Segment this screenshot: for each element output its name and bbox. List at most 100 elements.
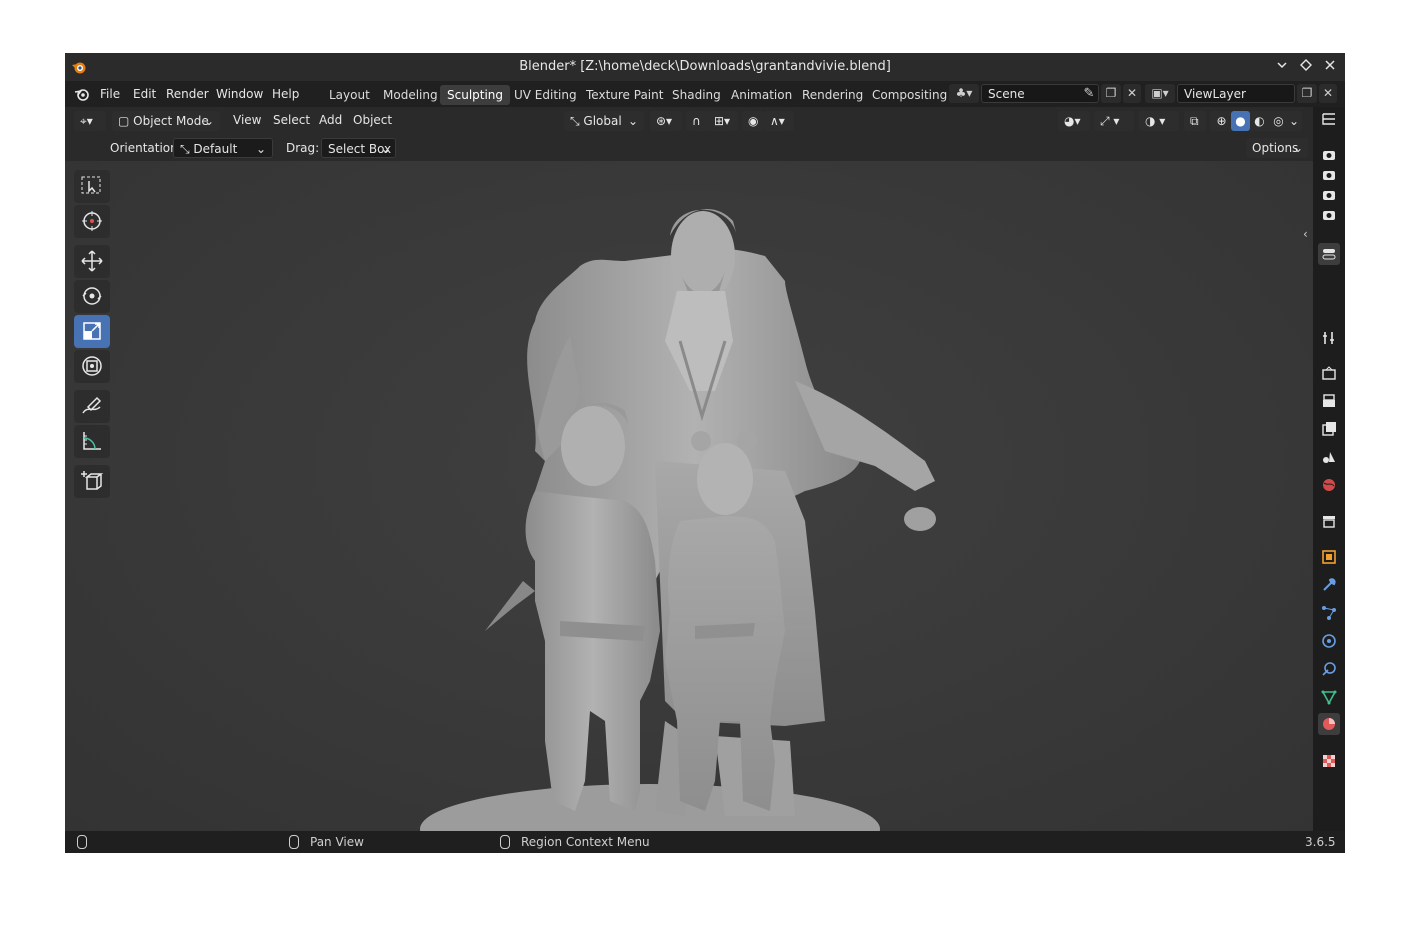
falloff-dropdown[interactable]: ∧▾ — [764, 111, 794, 131]
tool-tab-icon[interactable] — [1321, 330, 1337, 346]
collection-tab-icon[interactable] — [1321, 513, 1337, 529]
delete-view-layer-button[interactable]: ✕ — [1319, 84, 1337, 103]
status-pan-view: Pan View — [310, 835, 364, 849]
camera-visibility-icon[interactable] — [1321, 207, 1337, 223]
tool-transform[interactable] — [74, 350, 110, 383]
gizmo-dropdown[interactable]: ⤢ ▾ — [1094, 111, 1134, 131]
close-icon: ✕ — [1322, 86, 1334, 100]
menu-render[interactable]: Render — [166, 87, 209, 101]
snap-target-dropdown[interactable]: ⊞▾ — [708, 111, 738, 131]
mouse-right-icon — [500, 835, 510, 849]
menu-select[interactable]: Select — [273, 113, 310, 127]
menu-object[interactable]: Object — [353, 113, 392, 127]
new-scene-button[interactable]: ❐ — [1101, 84, 1121, 103]
blender-menu-icon[interactable] — [74, 86, 90, 102]
cursor-icon — [82, 211, 102, 231]
pin-icon[interactable]: ✎ — [1079, 84, 1099, 104]
tab-sculpting[interactable]: Sculpting — [440, 85, 511, 105]
camera-visibility-icon[interactable] — [1321, 187, 1337, 203]
eye-icon: ◕▾ — [1064, 114, 1081, 128]
wireframe-shading-icon[interactable]: ⊕ — [1212, 111, 1231, 131]
window-title: Blender* [Z:\home\deck\Downloads\grantan… — [519, 59, 891, 74]
particles-tab-icon[interactable] — [1321, 605, 1337, 621]
move-icon — [81, 250, 103, 272]
tool-move[interactable] — [74, 245, 110, 278]
overlays-dropdown[interactable]: ◑ ▾ — [1139, 111, 1179, 131]
close-button[interactable] — [1321, 58, 1339, 76]
menu-edit[interactable]: Edit — [133, 87, 156, 101]
options-dropdown[interactable]: Options ⌄ — [1246, 138, 1308, 158]
tab-rendering[interactable]: Rendering — [795, 85, 870, 105]
editor-type-dropdown[interactable]: ⌖▾ — [74, 111, 106, 131]
view-layer-tab-icon[interactable] — [1321, 421, 1337, 437]
tab-texture-paint[interactable]: Texture Paint — [579, 85, 670, 105]
modifiers-tab-icon[interactable] — [1321, 577, 1337, 593]
physics-tab-icon[interactable] — [1321, 633, 1337, 649]
view-layer-name-field[interactable]: ViewLayer — [1177, 84, 1295, 103]
drag-dropdown[interactable]: Select Box ⌄ — [321, 138, 396, 158]
tool-annotate[interactable] — [74, 390, 110, 423]
outliner-icon[interactable] — [1321, 111, 1337, 127]
tool-rotate[interactable] — [74, 280, 110, 313]
solid-shading-icon[interactable]: ● — [1231, 111, 1250, 131]
output-tab-icon[interactable] — [1321, 393, 1337, 409]
properties-strip — [1313, 107, 1345, 831]
object-tab-icon[interactable] — [1321, 549, 1337, 565]
select-box-icon — [81, 176, 101, 194]
camera-visibility-icon[interactable] — [1321, 167, 1337, 183]
sidebar-toggle-icon[interactable]: ‹ — [1303, 227, 1308, 241]
tab-uv-editing[interactable]: UV Editing — [507, 85, 584, 105]
tab-layout[interactable]: Layout — [322, 85, 377, 105]
snap-increment-icon: ⊞▾ — [714, 114, 731, 128]
render-tab-icon[interactable] — [1321, 365, 1337, 381]
constraints-tab-icon[interactable] — [1321, 661, 1337, 677]
tab-compositing[interactable]: Compositing — [865, 85, 954, 105]
visibility-dropdown[interactable]: ◕▾ — [1058, 111, 1090, 131]
delete-scene-button[interactable]: ✕ — [1123, 84, 1141, 103]
3d-viewport[interactable]: ‹ — [65, 161, 1313, 831]
minimize-button[interactable] — [1273, 58, 1291, 76]
gizmo-icon: ⤢ ▾ — [1100, 114, 1120, 128]
material-tab-icon[interactable] — [1318, 713, 1340, 735]
xray-icon: ⧉ — [1190, 114, 1199, 128]
view-layer-selector[interactable]: ▣▾ — [1145, 84, 1175, 103]
material-shading-icon[interactable]: ◐ — [1250, 111, 1269, 131]
tool-add-cube[interactable] — [74, 465, 110, 498]
tool-select-box[interactable] — [74, 170, 110, 203]
menu-help[interactable]: Help — [272, 87, 299, 101]
scene-selector[interactable]: ♣▾ — [949, 84, 979, 103]
tool-scale[interactable] — [74, 315, 110, 348]
editor-type-icon: ⌖▾ — [80, 114, 93, 128]
pivot-point-dropdown[interactable]: ⊛▾ — [650, 111, 682, 131]
mode-dropdown[interactable]: ▢ Object Mode ⌄ — [112, 111, 220, 131]
mouse-middle-icon — [289, 835, 299, 849]
menu-window[interactable]: Window — [216, 87, 263, 101]
tool-cursor[interactable] — [74, 205, 110, 238]
annotate-icon — [82, 396, 102, 414]
xray-toggle[interactable]: ⧉ — [1184, 111, 1206, 131]
shading-mode-group: ⊕ ● ◐ ◎ ⌄ — [1210, 111, 1302, 131]
menu-add[interactable]: Add — [319, 113, 342, 127]
menu-view[interactable]: View — [233, 113, 261, 127]
texture-tab-icon[interactable] — [1321, 753, 1337, 769]
tab-shading[interactable]: Shading — [665, 85, 728, 105]
scene-tab-icon[interactable] — [1321, 449, 1337, 465]
maximize-button[interactable] — [1297, 58, 1315, 76]
tool-measure[interactable] — [74, 425, 110, 458]
properties-editor-icon[interactable] — [1318, 243, 1340, 265]
chevron-down-icon: ⌄ — [627, 114, 638, 128]
world-tab-icon[interactable] — [1321, 477, 1337, 493]
orientation-axes-icon: ⤡ — [180, 142, 194, 156]
camera-visibility-icon[interactable] — [1321, 147, 1337, 163]
chevron-down-icon: ⌄ — [203, 114, 214, 128]
chevron-down-icon[interactable]: ⌄ — [1288, 111, 1300, 131]
menu-file[interactable]: File — [100, 87, 120, 101]
rendered-shading-icon[interactable]: ◎ — [1269, 111, 1288, 131]
tab-modeling[interactable]: Modeling — [376, 85, 445, 105]
tab-animation[interactable]: Animation — [724, 85, 799, 105]
data-tab-icon[interactable] — [1321, 689, 1337, 705]
transform-orientation-dropdown[interactable]: ⤡ Global ⌄ — [564, 111, 644, 131]
proportional-edit-toggle[interactable]: ◉ — [742, 111, 764, 131]
orientation-dropdown[interactable]: ⤡ Default ⌄ — [173, 138, 273, 158]
new-view-layer-button[interactable]: ❐ — [1297, 84, 1317, 103]
